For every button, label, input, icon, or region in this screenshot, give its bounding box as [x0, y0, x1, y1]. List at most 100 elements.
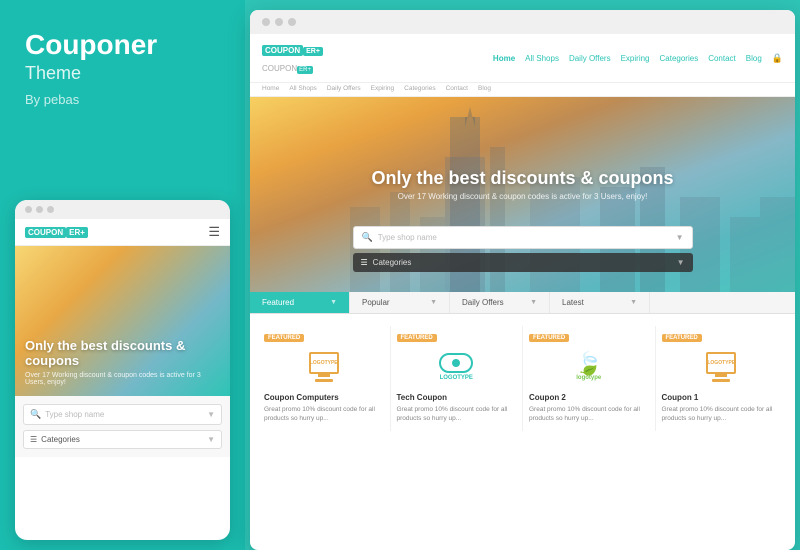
card-4-logo: LOGOTYPE	[662, 347, 782, 387]
desktop-logo-word: COUPON	[262, 45, 303, 56]
desktop-logo-text: COUPONER+	[262, 45, 323, 56]
tab-featured[interactable]: Featured ▼	[250, 292, 350, 313]
mobile-header: COUPONER+ ☰	[15, 219, 230, 246]
desktop-search-bar[interactable]: 🔍 Type shop name ▼	[353, 226, 693, 249]
card-2-title: Tech Coupon	[397, 393, 517, 402]
desktop-search-icon: 🔍	[362, 232, 373, 243]
desktop-search-overlay: 🔍 Type shop name ▼ ☰ Categories ▼	[353, 226, 693, 272]
desktop-logo-badge: ER+	[303, 47, 323, 56]
mobile-logo-badge: ER+	[66, 227, 88, 238]
leaf-icon: 🍃 logotype	[575, 353, 602, 381]
desktop-search-down-icon: ▼	[676, 233, 684, 242]
mobile-search-icon: 🔍	[30, 409, 41, 420]
tab-latest[interactable]: Latest ▼	[550, 292, 650, 313]
card-1-desc: Great promo 10% discount code for all pr…	[264, 405, 384, 423]
desktop-hero-content: Only the best discounts & coupons Over 1…	[371, 168, 673, 202]
nav-link-dailyoffers[interactable]: Daily Offers	[569, 54, 611, 63]
mobile-search-area: 🔍 Type shop name ▼ ☰ Categories ▼	[15, 396, 230, 457]
tab-popular[interactable]: Popular ▼	[350, 292, 450, 313]
mobile-mockup: COUPONER+ ☰ Only the best discounts & co…	[15, 200, 230, 540]
mobile-dot-2	[36, 206, 43, 213]
mobile-hero-title: Only the best discounts & coupons	[25, 338, 220, 369]
desktop-logo-word2: COUPON	[262, 64, 297, 73]
nav-link-expiring[interactable]: Expiring	[621, 54, 650, 63]
card-1-badge: FEATURED	[264, 334, 304, 342]
nav-sub-expiring: Expiring	[371, 85, 394, 92]
mobile-categories-icon: ☰	[30, 435, 37, 444]
desktop-categories-down-icon: ▼	[677, 258, 685, 267]
nav-link-contact[interactable]: Contact	[708, 54, 736, 63]
mobile-titlebar	[15, 200, 230, 219]
card-2-desc: Great promo 10% discount code for all pr…	[397, 405, 517, 423]
tab-daily-offers-arrow: ▼	[530, 299, 537, 306]
desktop-logo-badge2: ER+	[297, 66, 313, 74]
mobile-dot-3	[47, 206, 54, 213]
mobile-dot-1	[25, 206, 32, 213]
desktop-nav-links: Home All Shops Daily Offers Expiring Cat…	[493, 53, 783, 64]
mobile-categories-label: Categories	[41, 435, 207, 444]
tab-daily-offers-label: Daily Offers	[462, 298, 504, 307]
nav-link-categories[interactable]: Categories	[660, 54, 699, 63]
app-subtitle: Theme	[25, 63, 220, 84]
card-tech-coupon: FEATURED LOGOTYPE Tech Coupon Great prom…	[391, 326, 524, 431]
desktop-hero-subtitle: Over 17 Working discount & coupon codes …	[371, 192, 673, 201]
card-4-badge: FEATURED	[662, 334, 702, 342]
nav-link-allshops[interactable]: All Shops	[525, 54, 559, 63]
tab-featured-arrow: ▼	[330, 299, 337, 306]
mobile-hero-subtitle: Over 17 Working discount & coupon codes …	[25, 372, 220, 386]
card-1-title: Coupon Computers	[264, 393, 384, 402]
eye-icon: LOGOTYPE	[439, 353, 473, 381]
mobile-logo: COUPONER+	[25, 227, 88, 238]
desktop-categories-label: Categories	[373, 258, 677, 267]
nav-sub-allshops: All Shops	[289, 85, 316, 92]
mobile-logo-text: COUPON	[25, 227, 66, 238]
tab-latest-label: Latest	[562, 298, 584, 307]
card-4-title: Coupon 1	[662, 393, 782, 402]
card-3-badge: FEATURED	[529, 334, 569, 342]
desktop-dot-2	[275, 18, 283, 26]
desktop-dot-1	[262, 18, 270, 26]
nav-sub-contact: Contact	[446, 85, 468, 92]
card-2-badge: FEATURED	[397, 334, 437, 342]
mobile-search-placeholder: Type shop name	[45, 410, 207, 419]
mobile-hamburger-icon[interactable]: ☰	[208, 224, 220, 240]
desktop-titlebar	[250, 10, 795, 34]
desktop-nav-logo: COUPONER+ COUPONER+	[262, 40, 323, 76]
nav-sub-home: Home	[262, 85, 279, 92]
mobile-categories-bar[interactable]: ☰ Categories ▼	[23, 430, 222, 449]
nav-sub-categories: Categories	[404, 85, 435, 92]
desktop-nav: COUPONER+ COUPONER+ Home All Shops Daily…	[250, 34, 795, 83]
card-2-logo: LOGOTYPE	[397, 347, 517, 387]
card-coupon-2: FEATURED 🍃 logotype Coupon 2 Great promo…	[523, 326, 656, 431]
card-4-desc: Great promo 10% discount code for all pr…	[662, 405, 782, 423]
mobile-categories-arrow-icon: ▼	[207, 435, 215, 444]
nav-sub-blog: Blog	[478, 85, 491, 92]
card-coupon-computers: FEATURED LOGOTYPE Coupon Computers Great…	[258, 326, 391, 431]
desktop-dot-3	[288, 18, 296, 26]
leaf-symbol: 🍃	[575, 353, 602, 375]
nav-link-home[interactable]: Home	[493, 54, 515, 63]
card-3-desc: Great promo 10% discount code for all pr…	[529, 405, 649, 423]
desktop-nav-secondary: Home All Shops Daily Offers Expiring Cat…	[250, 83, 795, 97]
desktop-mockup: COUPONER+ COUPONER+ Home All Shops Daily…	[250, 10, 795, 550]
card-coupon-1: FEATURED LOGOTYPE Coupon 1 Great promo 1…	[656, 326, 788, 431]
app-title: Couponer	[25, 30, 220, 61]
mobile-search-bar[interactable]: 🔍 Type shop name ▼	[23, 404, 222, 425]
mobile-search-arrow-icon: ▼	[207, 410, 215, 419]
tab-popular-label: Popular	[362, 298, 390, 307]
monitor-icon: LOGOTYPE	[309, 352, 339, 382]
tab-featured-label: Featured	[262, 298, 294, 307]
tab-daily-offers[interactable]: Daily Offers ▼	[450, 292, 550, 313]
nav-sub-dailyoffers: Daily Offers	[327, 85, 361, 92]
tab-popular-arrow: ▼	[430, 299, 437, 306]
desktop-search-placeholder: Type shop name	[378, 233, 676, 242]
tab-latest-arrow: ▼	[630, 299, 637, 306]
nav-link-blog[interactable]: Blog	[746, 54, 762, 63]
monitor-screen-text: LOGOTYPE	[310, 360, 338, 366]
desktop-categories-bar[interactable]: ☰ Categories ▼	[353, 253, 693, 272]
desktop-tabs: Featured ▼ Popular ▼ Daily Offers ▼ Late…	[250, 292, 795, 314]
nav-lock-icon: 🔒	[772, 53, 783, 64]
desktop-hero-title: Only the best discounts & coupons	[371, 168, 673, 190]
left-panel: Couponer Theme By pebas COUPONER+ ☰ Only…	[0, 0, 245, 550]
monitor-icon-2: LOGOTYPE	[706, 352, 736, 382]
